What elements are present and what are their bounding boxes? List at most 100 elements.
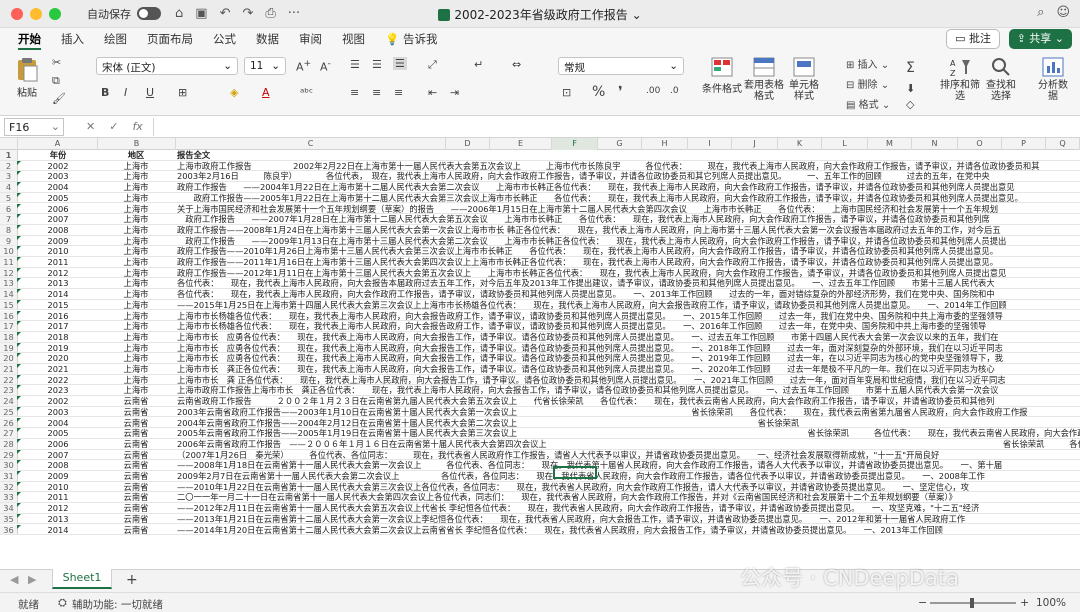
- select-all-corner[interactable]: [0, 138, 18, 150]
- cell-year[interactable]: 2002: [20, 161, 96, 171]
- cell-region[interactable]: 上海市: [98, 268, 174, 278]
- cell-report-text[interactable]: 政府工作报告 ——2009年1月13日在上海市第十三届人民代表大会第二次会议 上…: [177, 236, 1080, 246]
- table-row[interactable]: 18 2018 上海市 上海市市长 应勇各位代表： 现在，我代表上海市人民政府，向大会…: [0, 331, 1080, 343]
- table-row[interactable]: 11 2011 上海市 政府工作报告——2011年1月16日在上海市第十三届人民代表大…: [0, 257, 1080, 268]
- cell-year[interactable]: 2012: [20, 503, 96, 513]
- cell-year[interactable]: 2013: [20, 514, 96, 524]
- cell-region[interactable]: 上海市: [98, 311, 174, 321]
- cell-region[interactable]: 上海市: [98, 182, 174, 192]
- column-header[interactable]: O: [958, 138, 1002, 150]
- cell-year[interactable]: 2006: [20, 439, 96, 449]
- row-number[interactable]: 22: [0, 374, 18, 385]
- table-row[interactable]: 14 2014 上海市 各位代表： 现在，我代表上海市人民政府，向大会作政府工作报告，…: [0, 289, 1080, 300]
- cell-year[interactable]: 2007: [20, 450, 96, 460]
- align-bottom-icon[interactable]: ☰: [393, 57, 407, 70]
- align-right-icon[interactable]: ≡: [394, 86, 403, 99]
- save-icon[interactable]: ▣: [195, 6, 207, 21]
- row-number[interactable]: 10: [0, 246, 18, 256]
- function-icon[interactable]: fx: [132, 120, 142, 133]
- merge-center-icon[interactable]: ⇔: [512, 58, 521, 71]
- cell-report-text[interactable]: 关于上海市国民经济和社会发展第十一个五年规划纲要（草案）的报告 ——2006年1…: [177, 204, 1080, 214]
- number-format-select[interactable]: 常规 ⌄: [558, 57, 684, 75]
- cell-report-text[interactable]: 上海市市长 应勇各位代表： 现在，我代表上海市人民政府，向大会报告工作，请予审议…: [177, 353, 1080, 363]
- print-icon[interactable]: ⎙: [265, 6, 275, 21]
- cell-region[interactable]: 上海市: [98, 289, 174, 299]
- column-header[interactable]: G: [598, 138, 642, 150]
- row-number[interactable]: 35: [0, 513, 18, 524]
- cell-year[interactable]: 2006: [20, 204, 96, 214]
- cell-report-text[interactable]: 政府工作报告 ——2007年1月28日在上海市第十二届人民代表大会第五次会议 上…: [177, 214, 1080, 224]
- row-number[interactable]: 4: [0, 182, 18, 192]
- cell-year[interactable]: 2011: [20, 492, 96, 502]
- column-header[interactable]: E: [490, 138, 552, 150]
- decrease-decimal-icon[interactable]: .0: [670, 86, 679, 96]
- share-button[interactable]: ⇪ 共享 ⌄: [1008, 29, 1072, 49]
- insert-cells-button[interactable]: ⊞ 插入 ⌄: [846, 56, 889, 71]
- tab-formulas[interactable]: 公式: [203, 28, 246, 50]
- cell-region[interactable]: 上海市: [98, 225, 174, 235]
- row-number[interactable]: 26: [0, 417, 18, 427]
- cut-icon[interactable]: ✂: [52, 56, 61, 69]
- cell-region[interactable]: 云南省: [98, 492, 174, 502]
- font-color-icon[interactable]: A: [262, 86, 270, 99]
- cell-report-text[interactable]: ——2010年1月22日在云南省第十一届人民代表大会第三次会议上各位代表，各位同…: [177, 482, 1080, 492]
- fill-icon[interactable]: ⬇: [906, 82, 915, 95]
- cell-region[interactable]: 上海市: [98, 193, 174, 203]
- increase-font-icon[interactable]: A+: [296, 58, 311, 74]
- cell-report-text[interactable]: ——2012年2月11日在云南省第十一届人民代表大会第五次会议上代省长 李纪恒各…: [177, 503, 1080, 513]
- tab-page-layout[interactable]: 页面布局: [137, 28, 203, 50]
- column-header[interactable]: B: [98, 138, 176, 150]
- table-row[interactable]: 32 2010 云南省 ——2010年1月22日在云南省第十一届人民代表大会第三次会议…: [0, 481, 1080, 493]
- cell-report-text[interactable]: 政府工作报告——2008年1月24日在上海市第十三届人民代表大会第一次会议上海市…: [177, 225, 1080, 235]
- row-number[interactable]: 36: [0, 524, 18, 534]
- row-number[interactable]: 1: [0, 150, 18, 160]
- table-row[interactable]: 34 2012 云南省 ——2012年2月11日在云南省第十一届人民代表大会第五次会议…: [0, 503, 1080, 514]
- copy-icon[interactable]: ⧉: [52, 74, 60, 88]
- cell-report-text[interactable]: 2003年云南省政府工作报告——2003年1月10日在云南省第十届人民代表大会第…: [177, 407, 1080, 417]
- cell-year[interactable]: 2017: [20, 321, 96, 331]
- cell-year[interactable]: 2008: [20, 225, 96, 235]
- cell-year[interactable]: 2015: [20, 300, 96, 310]
- table-format-button[interactable]: 套用表格格式: [744, 56, 784, 102]
- row-number[interactable]: 34: [0, 503, 18, 513]
- column-header[interactable]: A: [18, 138, 98, 150]
- tab-view[interactable]: 视图: [332, 28, 375, 50]
- cell-region[interactable]: 云南省: [98, 396, 174, 406]
- analyze-data-button[interactable]: 分析数据: [1036, 56, 1070, 102]
- table-row[interactable]: 12 2012 上海市 政府工作报告——2012年1月11日在上海市第十三届人民代表大…: [0, 267, 1080, 279]
- cell-region[interactable]: 云南省: [98, 439, 174, 449]
- cell-report-text[interactable]: 上海市市长 龚正各位代表： 现在，我代表上海市人民政府，向大会报告工作，请予审议…: [177, 364, 1080, 374]
- table-row[interactable]: 21 2021 上海市 上海市市长 龚正各位代表： 现在，我代表上海市人民政府，向大会…: [0, 364, 1080, 375]
- autosave-control[interactable]: 自动保存: [87, 6, 161, 22]
- column-header[interactable]: H: [642, 138, 688, 150]
- cell-report-text[interactable]: 各位代表： 现在，我代表上海市人民政府，向大会报告本届政府过去五年工作，对今后五…: [177, 278, 1080, 288]
- account-icon[interactable]: ☺: [1056, 5, 1070, 20]
- phonetic-icon[interactable]: ᵃᵇᶜ: [300, 86, 313, 99]
- cell-year[interactable]: 2016: [20, 311, 96, 321]
- comma-style-icon[interactable]: ❜: [618, 84, 623, 100]
- spreadsheet-grid[interactable]: A B C D E F G H I J K L M N O P Q 1 年份 地区报…: [0, 138, 1080, 552]
- cell-report-text[interactable]: 上海市政府工作报告 2002年2月22日在上海市第十一届人民代表大会第五次会议上…: [177, 161, 1080, 171]
- cell-year[interactable]: 2010: [20, 482, 96, 492]
- table-row[interactable]: 29 2007 云南省 （2007年1月26日 秦光荣） 各位代表、各位同志： 现在，…: [0, 449, 1080, 461]
- cell-style-button[interactable]: 单元格样式: [786, 56, 822, 102]
- cell-year[interactable]: 2010: [20, 246, 96, 256]
- row-number[interactable]: 15: [0, 299, 18, 310]
- close-window-button[interactable]: [11, 7, 23, 20]
- row-number[interactable]: 24: [0, 396, 18, 406]
- border-icon[interactable]: ⊞: [178, 86, 187, 99]
- delete-cells-button[interactable]: ⊟ 删除 ⌄: [846, 76, 889, 91]
- paste-button[interactable]: 粘贴: [10, 56, 44, 99]
- cell-report-text[interactable]: 政府工作报告——2012年1月11日在上海市第十三届人民代表大会第五次会议上 上…: [177, 268, 1080, 278]
- cell-region[interactable]: 上海市: [98, 321, 174, 331]
- table-row[interactable]: 17 2017 上海市 上海市市长杨雄各位代表： 现在，我代表上海市人民政府，向大会报…: [0, 321, 1080, 332]
- zoom-window-button[interactable]: [49, 7, 61, 20]
- column-header[interactable]: K: [778, 138, 822, 150]
- cell-region[interactable]: 云南省: [98, 407, 174, 417]
- row-number[interactable]: 12: [0, 267, 18, 278]
- cancel-icon[interactable]: ✕: [86, 120, 95, 133]
- cell-year[interactable]: 2004: [20, 418, 96, 428]
- row-number[interactable]: 8: [0, 224, 18, 235]
- cell-report-text[interactable]: ——2015年1月25日在上海市第十四届人民代表大会第三次会议上上海市市长杨雄各…: [177, 300, 1080, 310]
- enter-icon[interactable]: ✓: [109, 120, 118, 133]
